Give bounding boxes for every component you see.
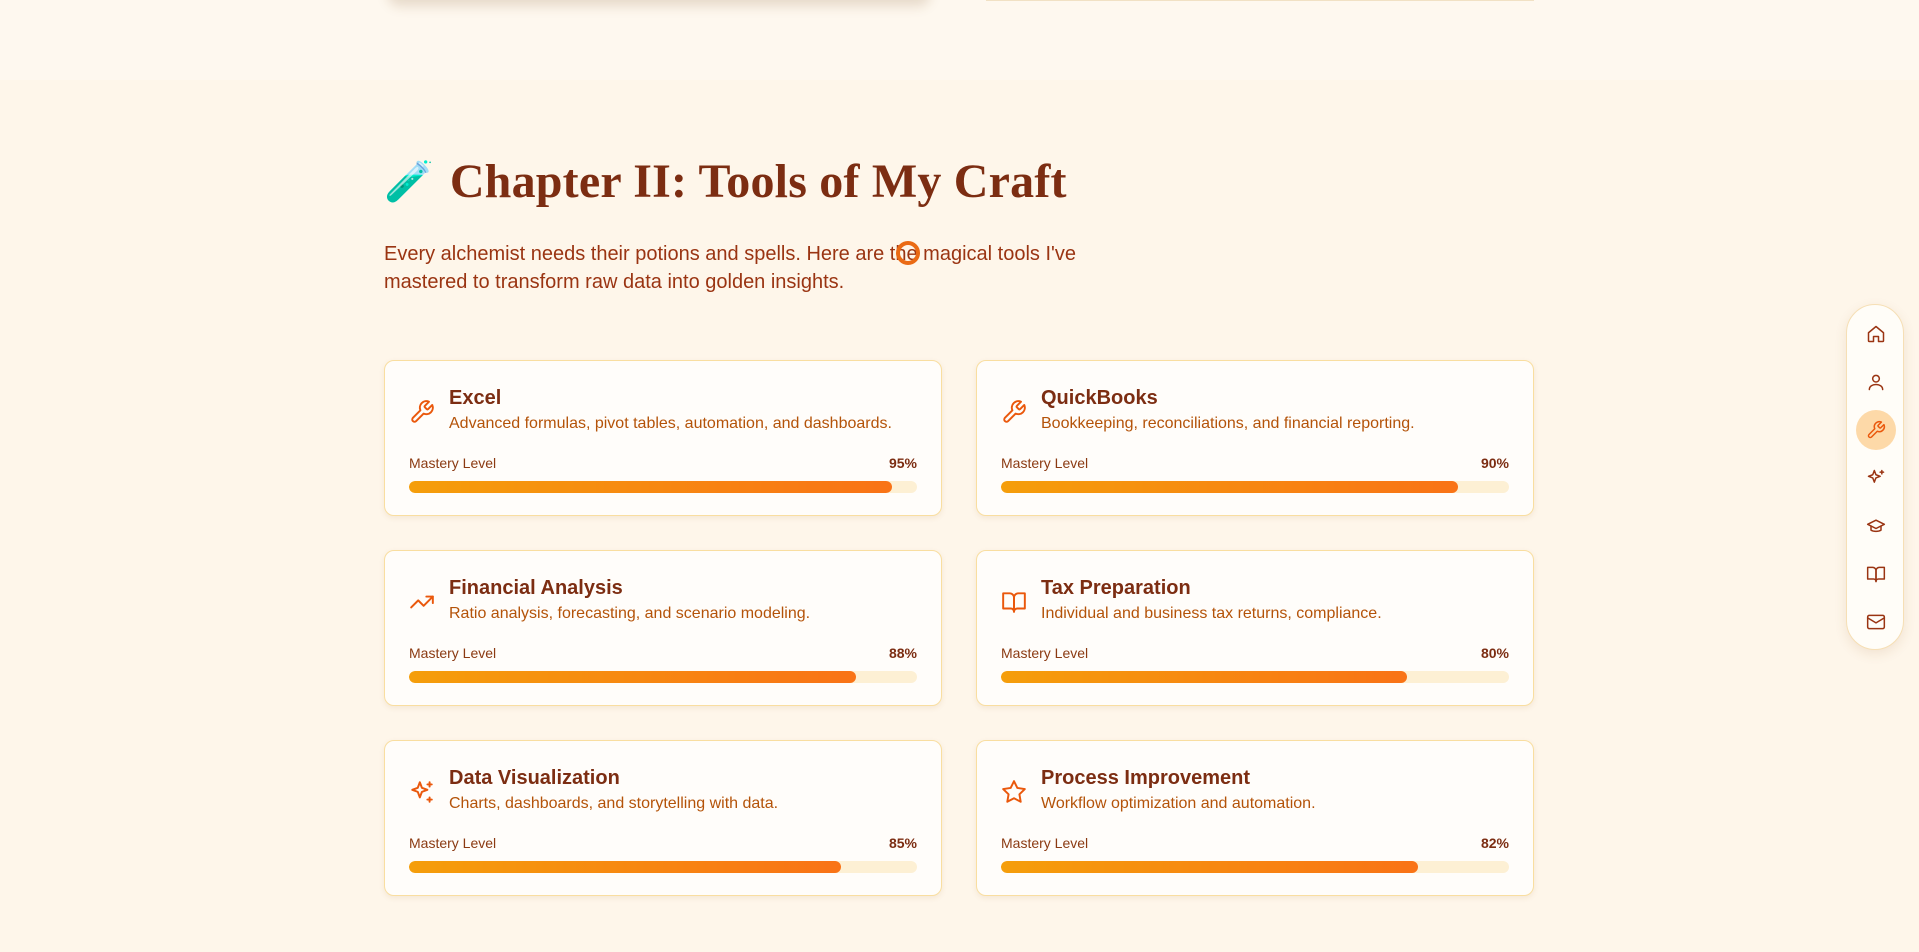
nav-home[interactable] xyxy=(1856,314,1896,354)
star-icon xyxy=(1001,779,1027,805)
chapter-intro: Every alchemist needs their potions and … xyxy=(384,243,1076,293)
skill-card: Data Visualization Charts, dashboards, a… xyxy=(384,740,942,896)
book-open-icon xyxy=(1001,589,1027,615)
mastery-label: Mastery Level xyxy=(1001,835,1089,851)
wrench-icon xyxy=(1867,420,1886,439)
mastery-percent: 80% xyxy=(1480,645,1509,661)
mastery-bar-fill xyxy=(409,861,841,873)
skill-card: Financial Analysis Ratio analysis, forec… xyxy=(384,550,942,706)
mastery-label: Mastery Level xyxy=(409,455,497,471)
mastery-label: Mastery Level xyxy=(1001,645,1089,661)
skill-card: Tax Preparation Individual and business … xyxy=(976,550,1534,706)
mastery-percent: 90% xyxy=(1480,455,1509,471)
mastery-bar-fill xyxy=(1001,671,1408,683)
home-icon xyxy=(1867,325,1885,343)
skill-title: Data Visualization xyxy=(449,767,620,789)
skill-description: Bookkeeping, reconciliations, and financ… xyxy=(1041,415,1415,432)
trending-up-icon xyxy=(409,589,435,615)
previous-card-edge-right xyxy=(986,0,1534,1)
chapter-title: Chapter II: Tools of My Craft xyxy=(449,155,1067,208)
skill-title: Excel xyxy=(449,387,502,409)
mastery-bar-fill xyxy=(1001,481,1459,493)
nav-skills[interactable] xyxy=(1856,410,1896,450)
skill-description: Advanced formulas, pivot tables, automat… xyxy=(449,415,892,432)
test-tube-icon: 🧪 xyxy=(384,159,434,204)
mastery-bar-fill xyxy=(409,481,892,493)
graduation-cap-icon xyxy=(1866,519,1886,533)
cursor-indicator xyxy=(896,241,920,265)
nav-highlights[interactable] xyxy=(1856,458,1896,498)
mastery-bar xyxy=(1001,671,1509,683)
mastery-percent: 95% xyxy=(888,455,917,471)
mastery-label: Mastery Level xyxy=(1001,455,1089,471)
skill-title: Financial Analysis xyxy=(449,577,623,599)
mastery-percent: 82% xyxy=(1480,835,1509,851)
sparkles-icon xyxy=(409,779,435,805)
book-open-icon xyxy=(1866,566,1886,583)
mastery-percent: 85% xyxy=(888,835,917,851)
mastery-bar xyxy=(409,671,917,683)
skill-title: Tax Preparation xyxy=(1041,577,1191,599)
mail-icon xyxy=(1866,614,1886,630)
nav-about[interactable] xyxy=(1856,362,1896,402)
nav-contact[interactable] xyxy=(1856,602,1896,642)
skill-description: Charts, dashboards, and storytelling wit… xyxy=(449,795,779,812)
mastery-bar xyxy=(1001,481,1509,493)
previous-section-strip xyxy=(0,0,1919,80)
mastery-bar xyxy=(409,481,917,493)
mastery-bar xyxy=(1001,861,1509,873)
side-navigation xyxy=(1846,304,1904,650)
user-icon xyxy=(1868,374,1884,391)
skill-title: Process Improvement xyxy=(1041,767,1250,789)
skill-title: QuickBooks xyxy=(1041,387,1158,409)
sparkles-icon xyxy=(1867,469,1885,483)
skill-card: Process Improvement Workflow optimizatio… xyxy=(976,740,1534,896)
mastery-percent: 88% xyxy=(888,645,917,661)
skill-description: Workflow optimization and automation. xyxy=(1041,795,1316,812)
chapter-heading: 🧪 Chapter II: Tools of My Craft xyxy=(384,154,1067,209)
nav-journal[interactable] xyxy=(1856,554,1896,594)
mastery-label: Mastery Level xyxy=(409,835,497,851)
skill-card: Excel Advanced formulas, pivot tables, a… xyxy=(384,360,942,516)
wrench-icon xyxy=(1001,399,1027,425)
skills-section xyxy=(0,80,1919,952)
mastery-bar-fill xyxy=(409,671,857,683)
wrench-icon xyxy=(409,399,435,425)
nav-education[interactable] xyxy=(1856,506,1896,546)
skill-description: Ratio analysis, forecasting, and scenari… xyxy=(449,605,811,622)
skill-description: Individual and business tax returns, com… xyxy=(1041,605,1382,622)
mastery-bar xyxy=(409,861,917,873)
skill-card: QuickBooks Bookkeeping, reconciliations,… xyxy=(976,360,1534,516)
mastery-label: Mastery Level xyxy=(409,645,497,661)
mastery-bar-fill xyxy=(1001,861,1418,873)
